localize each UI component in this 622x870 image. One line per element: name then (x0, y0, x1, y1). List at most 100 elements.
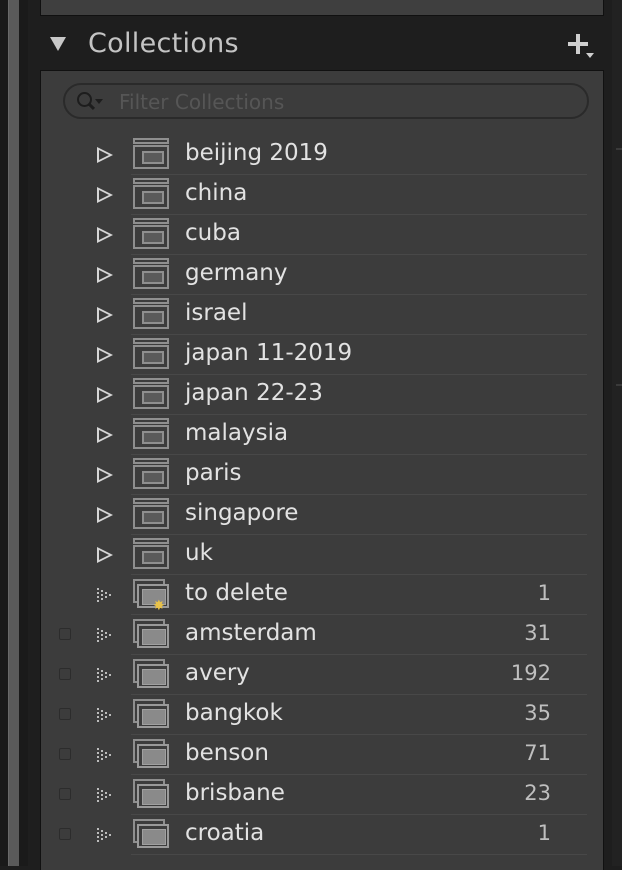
collection-label: benson (185, 740, 269, 766)
collection-item[interactable]: brisbane 23 (41, 775, 603, 815)
collection-set-icon (133, 458, 171, 490)
collection-set-item[interactable]: malaysia (41, 415, 603, 455)
collection-set-item[interactable]: uk (41, 535, 603, 575)
disclosure-triangle-icon[interactable] (97, 227, 113, 243)
target-checkbox[interactable] (59, 708, 71, 720)
collection-set-icon (133, 258, 171, 290)
collection-set-icon (133, 418, 171, 450)
collection-set-label: china (185, 180, 248, 206)
collection-set-icon (133, 538, 171, 570)
collection-icon (133, 699, 171, 729)
collection-set-item[interactable]: beijing 2019 (41, 135, 603, 175)
smart-collection-icon: ✸ (133, 579, 171, 613)
collection-set-icon (133, 298, 171, 330)
collection-icon (133, 779, 171, 809)
collection-label: avery (185, 660, 250, 686)
collection-set-label: japan 22-23 (185, 380, 323, 406)
chevron-down-icon (586, 53, 594, 58)
collection-set-label: uk (185, 540, 213, 566)
photo-count: 35 (524, 701, 551, 725)
right-panel-edge (612, 0, 622, 866)
search-icon[interactable] (77, 92, 103, 111)
smart-collection-item[interactable]: ✸ to delete 1 (41, 575, 603, 615)
collection-set-item[interactable]: japan 22-23 (41, 375, 603, 415)
disclosure-triangle-icon[interactable] (97, 467, 113, 483)
triangle-down-icon[interactable] (50, 37, 66, 51)
collection-set-icon (133, 218, 171, 250)
target-checkbox[interactable] (59, 748, 71, 760)
collection-set-label: beijing 2019 (185, 140, 328, 166)
target-checkbox[interactable] (59, 668, 71, 680)
collection-label: bangkok (185, 700, 283, 726)
filter-input[interactable] (117, 89, 541, 115)
collection-item[interactable]: croatia 1 (41, 815, 603, 855)
collection-set-label: singapore (185, 500, 299, 526)
collection-set-icon (133, 498, 171, 530)
collection-set-label: israel (185, 300, 248, 326)
scrollbar-track[interactable] (8, 0, 19, 866)
collection-set-label: germany (185, 260, 288, 286)
collection-item[interactable]: avery 192 (41, 655, 603, 695)
filter-field[interactable] (63, 83, 589, 119)
collection-label: brisbane (185, 780, 285, 806)
target-checkbox[interactable] (59, 628, 71, 640)
dotted-disclosure-icon (97, 588, 113, 602)
collection-item[interactable]: benson 71 (41, 735, 603, 775)
disclosure-triangle-icon[interactable] (97, 307, 113, 323)
previous-panel-bottom (40, 0, 604, 16)
collection-set-label: paris (185, 460, 242, 486)
collection-set-label: cuba (185, 220, 241, 246)
dotted-disclosure-icon (97, 788, 113, 802)
collection-set-item[interactable]: germany (41, 255, 603, 295)
panel-title: Collections (88, 28, 239, 59)
collection-label: croatia (185, 820, 265, 846)
collection-item[interactable]: amsterdam 31 (41, 615, 603, 655)
photo-count: 1 (537, 581, 551, 605)
collection-set-icon (133, 178, 171, 210)
photo-count: 71 (524, 741, 551, 765)
collection-item[interactable]: bangkok 35 (41, 695, 603, 735)
divider (616, 384, 622, 386)
photo-count: 31 (524, 621, 551, 645)
photo-count: 1 (537, 821, 551, 845)
dotted-disclosure-icon (97, 708, 113, 722)
collection-set-item[interactable]: cuba (41, 215, 603, 255)
collections-panel: beijing 2019 china cuba germany israel (40, 70, 604, 870)
collection-set-icon (133, 338, 171, 370)
disclosure-triangle-icon[interactable] (97, 147, 113, 163)
collection-icon (133, 659, 171, 689)
collection-icon (133, 739, 171, 769)
dotted-disclosure-icon (97, 828, 113, 842)
dotted-disclosure-icon (97, 748, 113, 762)
collection-set-item[interactable]: israel (41, 295, 603, 335)
disclosure-triangle-icon[interactable] (97, 267, 113, 283)
collection-set-item[interactable]: singapore (41, 495, 603, 535)
dotted-disclosure-icon (97, 628, 113, 642)
collection-icon (133, 619, 171, 649)
target-checkbox[interactable] (59, 788, 71, 800)
dotted-disclosure-icon (97, 668, 113, 682)
left-panel-edge (0, 0, 28, 866)
collection-set-icon (133, 138, 171, 170)
disclosure-triangle-icon[interactable] (97, 547, 113, 563)
disclosure-triangle-icon[interactable] (97, 507, 113, 523)
disclosure-triangle-icon[interactable] (97, 387, 113, 403)
collection-icon (133, 819, 171, 849)
collection-set-item[interactable]: paris (41, 455, 603, 495)
collection-set-label: japan 11-2019 (185, 340, 353, 366)
collections-header[interactable]: Collections (36, 18, 610, 70)
disclosure-triangle-icon[interactable] (97, 187, 113, 203)
collection-set-item[interactable]: japan 11-2019 (41, 335, 603, 375)
collection-set-item[interactable]: china (41, 175, 603, 215)
collection-label: amsterdam (185, 620, 317, 646)
target-checkbox[interactable] (59, 828, 71, 840)
collection-label: to delete (185, 580, 288, 606)
collections-list: beijing 2019 china cuba germany israel j… (41, 135, 603, 855)
gear-icon: ✸ (153, 598, 165, 614)
disclosure-triangle-icon[interactable] (97, 427, 113, 443)
plus-dropdown-icon[interactable] (566, 32, 594, 58)
collection-set-label: malaysia (185, 420, 289, 446)
collection-set-icon (133, 378, 171, 410)
disclosure-triangle-icon[interactable] (97, 347, 113, 363)
photo-count: 192 (510, 661, 551, 685)
